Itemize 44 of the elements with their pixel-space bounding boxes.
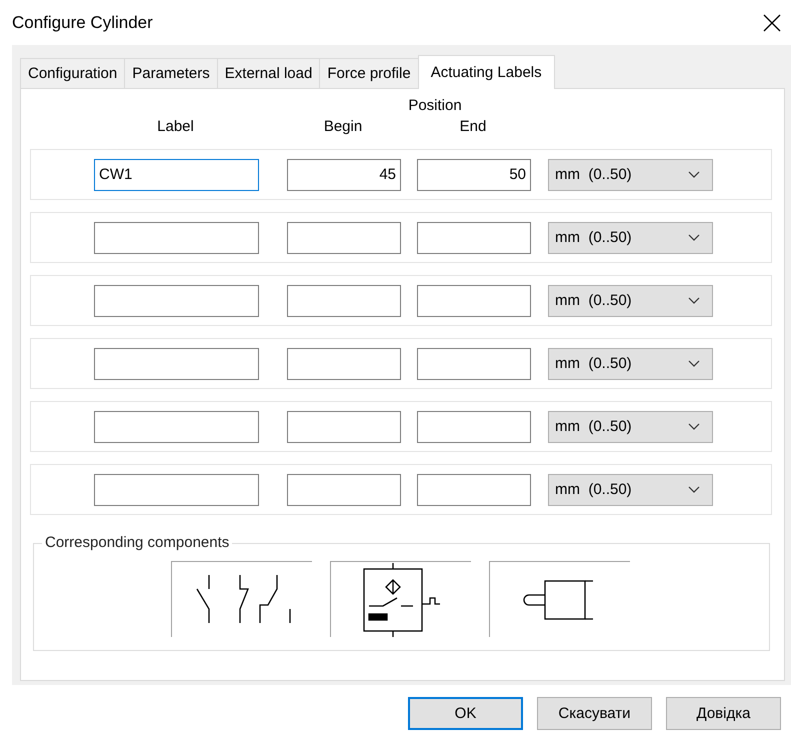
begin-field[interactable]	[287, 222, 401, 254]
component-slot[interactable]	[330, 561, 471, 637]
unit-dropdown[interactable]: mm (0..50)	[548, 158, 713, 190]
unit-dropdown[interactable]: mm (0..50)	[548, 222, 713, 254]
column-header: Label	[156, 118, 195, 135]
unit-dropdown[interactable]: mm (0..50)	[548, 410, 713, 442]
unit-dropdown[interactable]: mm (0..50)	[548, 348, 713, 380]
unit-dropdown[interactable]: mm (0..50)	[548, 284, 713, 316]
column-group-header: Position	[407, 97, 463, 114]
component-slot[interactable]	[489, 561, 630, 637]
dialog-button[interactable]: OK	[408, 697, 523, 730]
chevron-down-icon	[688, 296, 700, 304]
chevron-down-icon	[688, 486, 700, 494]
dialog-button[interactable]: Скасувати	[537, 697, 652, 730]
begin-field[interactable]: 45	[287, 158, 401, 190]
end-field[interactable]	[417, 348, 531, 380]
unit-dropdown[interactable]: mm (0..50)	[548, 474, 713, 506]
dialog-button[interactable]: Довідка	[666, 697, 781, 730]
chevron-down-icon	[688, 234, 700, 242]
end-field[interactable]: 50	[417, 158, 531, 190]
end-field[interactable]	[417, 410, 531, 442]
column-header: End	[458, 118, 488, 135]
group-title: Corresponding components	[42, 534, 232, 551]
label-field[interactable]	[94, 410, 259, 442]
chevron-down-icon	[688, 360, 700, 368]
label-field[interactable]	[94, 222, 259, 254]
column-header: Begin	[322, 118, 364, 135]
chevron-down-icon	[688, 422, 700, 430]
begin-field[interactable]	[287, 410, 401, 442]
end-field[interactable]	[417, 284, 531, 316]
window-title: Configure Cylinder	[12, 12, 153, 32]
label-field[interactable]	[94, 348, 259, 380]
tab[interactable]: Configuration	[20, 58, 126, 88]
begin-field[interactable]	[287, 284, 401, 316]
chevron-down-icon	[688, 170, 700, 178]
end-field[interactable]	[417, 474, 531, 506]
tab[interactable]: Actuating Labels	[418, 55, 555, 89]
close-icon[interactable]	[763, 14, 781, 32]
label-field[interactable]	[94, 474, 259, 506]
end-field[interactable]	[417, 222, 531, 254]
begin-field[interactable]	[287, 474, 401, 506]
begin-field[interactable]	[287, 348, 401, 380]
label-field[interactable]	[94, 284, 259, 316]
label-field[interactable]: CW1	[94, 158, 259, 190]
